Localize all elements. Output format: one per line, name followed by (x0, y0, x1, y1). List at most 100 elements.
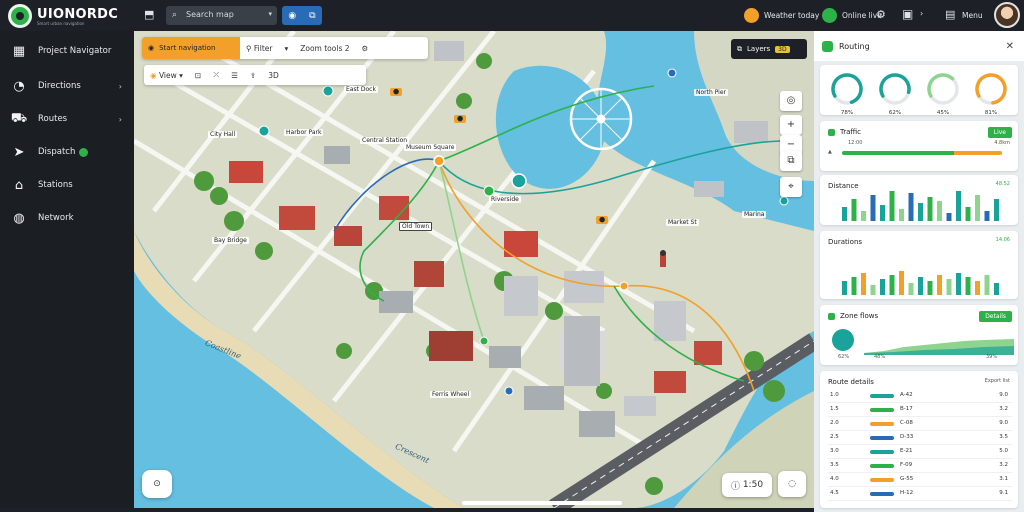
map-tag-orange[interactable]: ⬤ (596, 216, 609, 224)
map-label[interactable]: Marina (742, 211, 767, 218)
recenter-button[interactable]: ⊙ (142, 470, 172, 498)
start-navigation-button[interactable]: ◉ Start navigation (142, 37, 240, 59)
locate-icon[interactable]: ◎ (780, 91, 802, 111)
map-label[interactable]: Harbor Park (284, 129, 324, 136)
zoom-tools-button[interactable]: Zoom tools 2 (294, 37, 355, 59)
chart-bar (927, 197, 933, 221)
sidebar-item-directions[interactable]: ◔ Directions › (0, 72, 134, 100)
map-scrollbar[interactable] (462, 501, 622, 505)
weather-label: Weather today (764, 11, 820, 20)
status-pill[interactable]: Online live (822, 6, 882, 25)
back-icon[interactable]: ⬒ (144, 8, 154, 21)
table-row[interactable]: 2.5 D-33 3.5 (828, 431, 1012, 445)
card-title: Zone flows (828, 312, 878, 320)
map-toolbar-primary: ◉ Start navigation ⚲ Filter ▾ Zoom tools… (142, 37, 428, 59)
table-row[interactable]: 1.0 A-42 9.0 (828, 389, 1012, 403)
avatar[interactable] (994, 2, 1020, 28)
fullscreen-icon[interactable]: ▣ (902, 7, 913, 21)
chart-bar (861, 211, 866, 221)
row-value: 9.0 (999, 392, 1008, 398)
chart-bar (984, 275, 990, 295)
scale-control[interactable]: ⓘ 1:50 (722, 473, 772, 497)
map-label[interactable]: Old Town (399, 222, 433, 231)
card-title: Traffic (828, 128, 861, 136)
table-row[interactable]: 2.0 C-08 9.0 (828, 417, 1012, 431)
chart-bar (918, 203, 923, 221)
map-mode-toggle[interactable]: ◉ ⧉ (282, 6, 322, 25)
map-canvas[interactable]: ◉ Start navigation ⚲ Filter ▾ Zoom tools… (134, 31, 814, 508)
table-row[interactable]: 1.5 B-17 3.2 (828, 403, 1012, 417)
map-icon[interactable]: ◉ (288, 11, 296, 21)
gauge-value: 81% (984, 110, 998, 116)
map-label[interactable]: Riverside (489, 196, 521, 203)
table-row[interactable]: 3.5 F-09 3.2 (828, 459, 1012, 473)
close-icon[interactable]: ✕ (1006, 41, 1014, 52)
compass-icon: ◔ (13, 78, 25, 94)
map-label[interactable]: Ferris Wheel (430, 391, 472, 398)
map-label[interactable]: North Pier (694, 89, 728, 96)
chat-button[interactable]: ◌ (778, 471, 806, 497)
zone-details-button[interactable]: Details (979, 311, 1012, 322)
durations-card: Durations 14.06 (820, 231, 1018, 299)
chat-icon: ◌ (788, 479, 796, 489)
share-icon[interactable]: ⇪ (244, 65, 262, 85)
map-label[interactable]: City Hall (208, 131, 238, 138)
zoom-tools-label: Zoom tools (300, 43, 343, 53)
globe-icon: ◍ (13, 210, 25, 226)
sidebar-item-label: Dispatch (38, 147, 76, 157)
settings-icon[interactable]: ⚙ (356, 37, 375, 59)
chart-bar (946, 213, 952, 221)
traffic-live-button[interactable]: Live (987, 127, 1012, 138)
row-bar (870, 492, 894, 496)
compass-icon[interactable]: ⌖ (780, 177, 802, 197)
row-tag: G-55 (900, 476, 914, 482)
table-row[interactable]: 3.0 E-21 5.0 (828, 445, 1012, 459)
list-icon[interactable]: ☰ (225, 65, 244, 85)
camera-icon[interactable]: ⊡ (189, 65, 207, 85)
menu-icon[interactable]: ▤ (945, 8, 955, 21)
table-row[interactable]: 4.0 G-55 3.1 (828, 473, 1012, 487)
search-input[interactable]: ⌕ Search map ▾ (166, 6, 277, 25)
sidebar-item-project-navigator[interactable]: ▦ Project Navigator (0, 37, 134, 65)
zoom-tools-count: 2 (344, 43, 350, 53)
chevron-right-icon[interactable]: › (920, 9, 923, 18)
export-list-link[interactable]: Export list (985, 378, 1010, 384)
map-label[interactable]: Bay Bridge (212, 237, 249, 244)
settings-icon[interactable]: ⚙ (876, 8, 886, 21)
shuffle-icon[interactable]: ⤫ (207, 65, 225, 85)
layers-badge[interactable]: ⧉ Layers 3D (731, 39, 807, 59)
zoom-in-icon[interactable]: + (780, 115, 802, 135)
layers-control-icon[interactable]: ⧉ (780, 151, 802, 171)
sidebar-item-routes[interactable]: ⛟ Routes › (0, 105, 134, 133)
sidebar-item-dispatch[interactable]: ➤ Dispatch (0, 138, 134, 166)
filter-button[interactable]: ⚲ Filter (240, 37, 278, 59)
chart-bar (908, 193, 914, 221)
sidebar-item-stations[interactable]: ⌂ Stations (0, 171, 134, 199)
gauge-value: 45% (936, 110, 950, 116)
footer-bar (0, 508, 814, 512)
row-value: 5.0 (999, 448, 1008, 454)
map-label[interactable]: East Dock (344, 86, 378, 93)
layers-icon[interactable]: ⧉ (309, 11, 315, 21)
menu-label[interactable]: Menu (962, 6, 983, 25)
map-label[interactable]: Market St (666, 219, 699, 226)
map-label[interactable]: Museum Square (404, 144, 457, 151)
zone-value: 48% (874, 354, 886, 360)
chart-bar (880, 279, 885, 295)
row-tag: F-09 (900, 462, 913, 468)
map-tag-orange[interactable]: ⬤ (454, 115, 467, 123)
map-tag-orange[interactable]: ⬤ (390, 88, 403, 96)
sidebar-item-network[interactable]: ◍ Network (0, 204, 134, 232)
mode-3d-button[interactable]: 3D (262, 65, 285, 85)
chart-bar (994, 283, 999, 295)
view-button[interactable]: ◉ View ▾ (144, 65, 189, 85)
scale-text: 1:50 (742, 480, 764, 490)
row-id: 3.5 (830, 462, 839, 468)
sidebar-item-label: Routes (38, 114, 68, 124)
map-label[interactable]: Central Station (360, 137, 410, 144)
layers-icon: ⧉ (737, 44, 742, 53)
weather-pill[interactable]: Weather today (744, 6, 819, 25)
chevron-down-icon[interactable]: ▾ (278, 37, 294, 59)
lighthouse (660, 250, 666, 267)
table-row[interactable]: 4.5 H-12 9.1 (828, 487, 1012, 501)
